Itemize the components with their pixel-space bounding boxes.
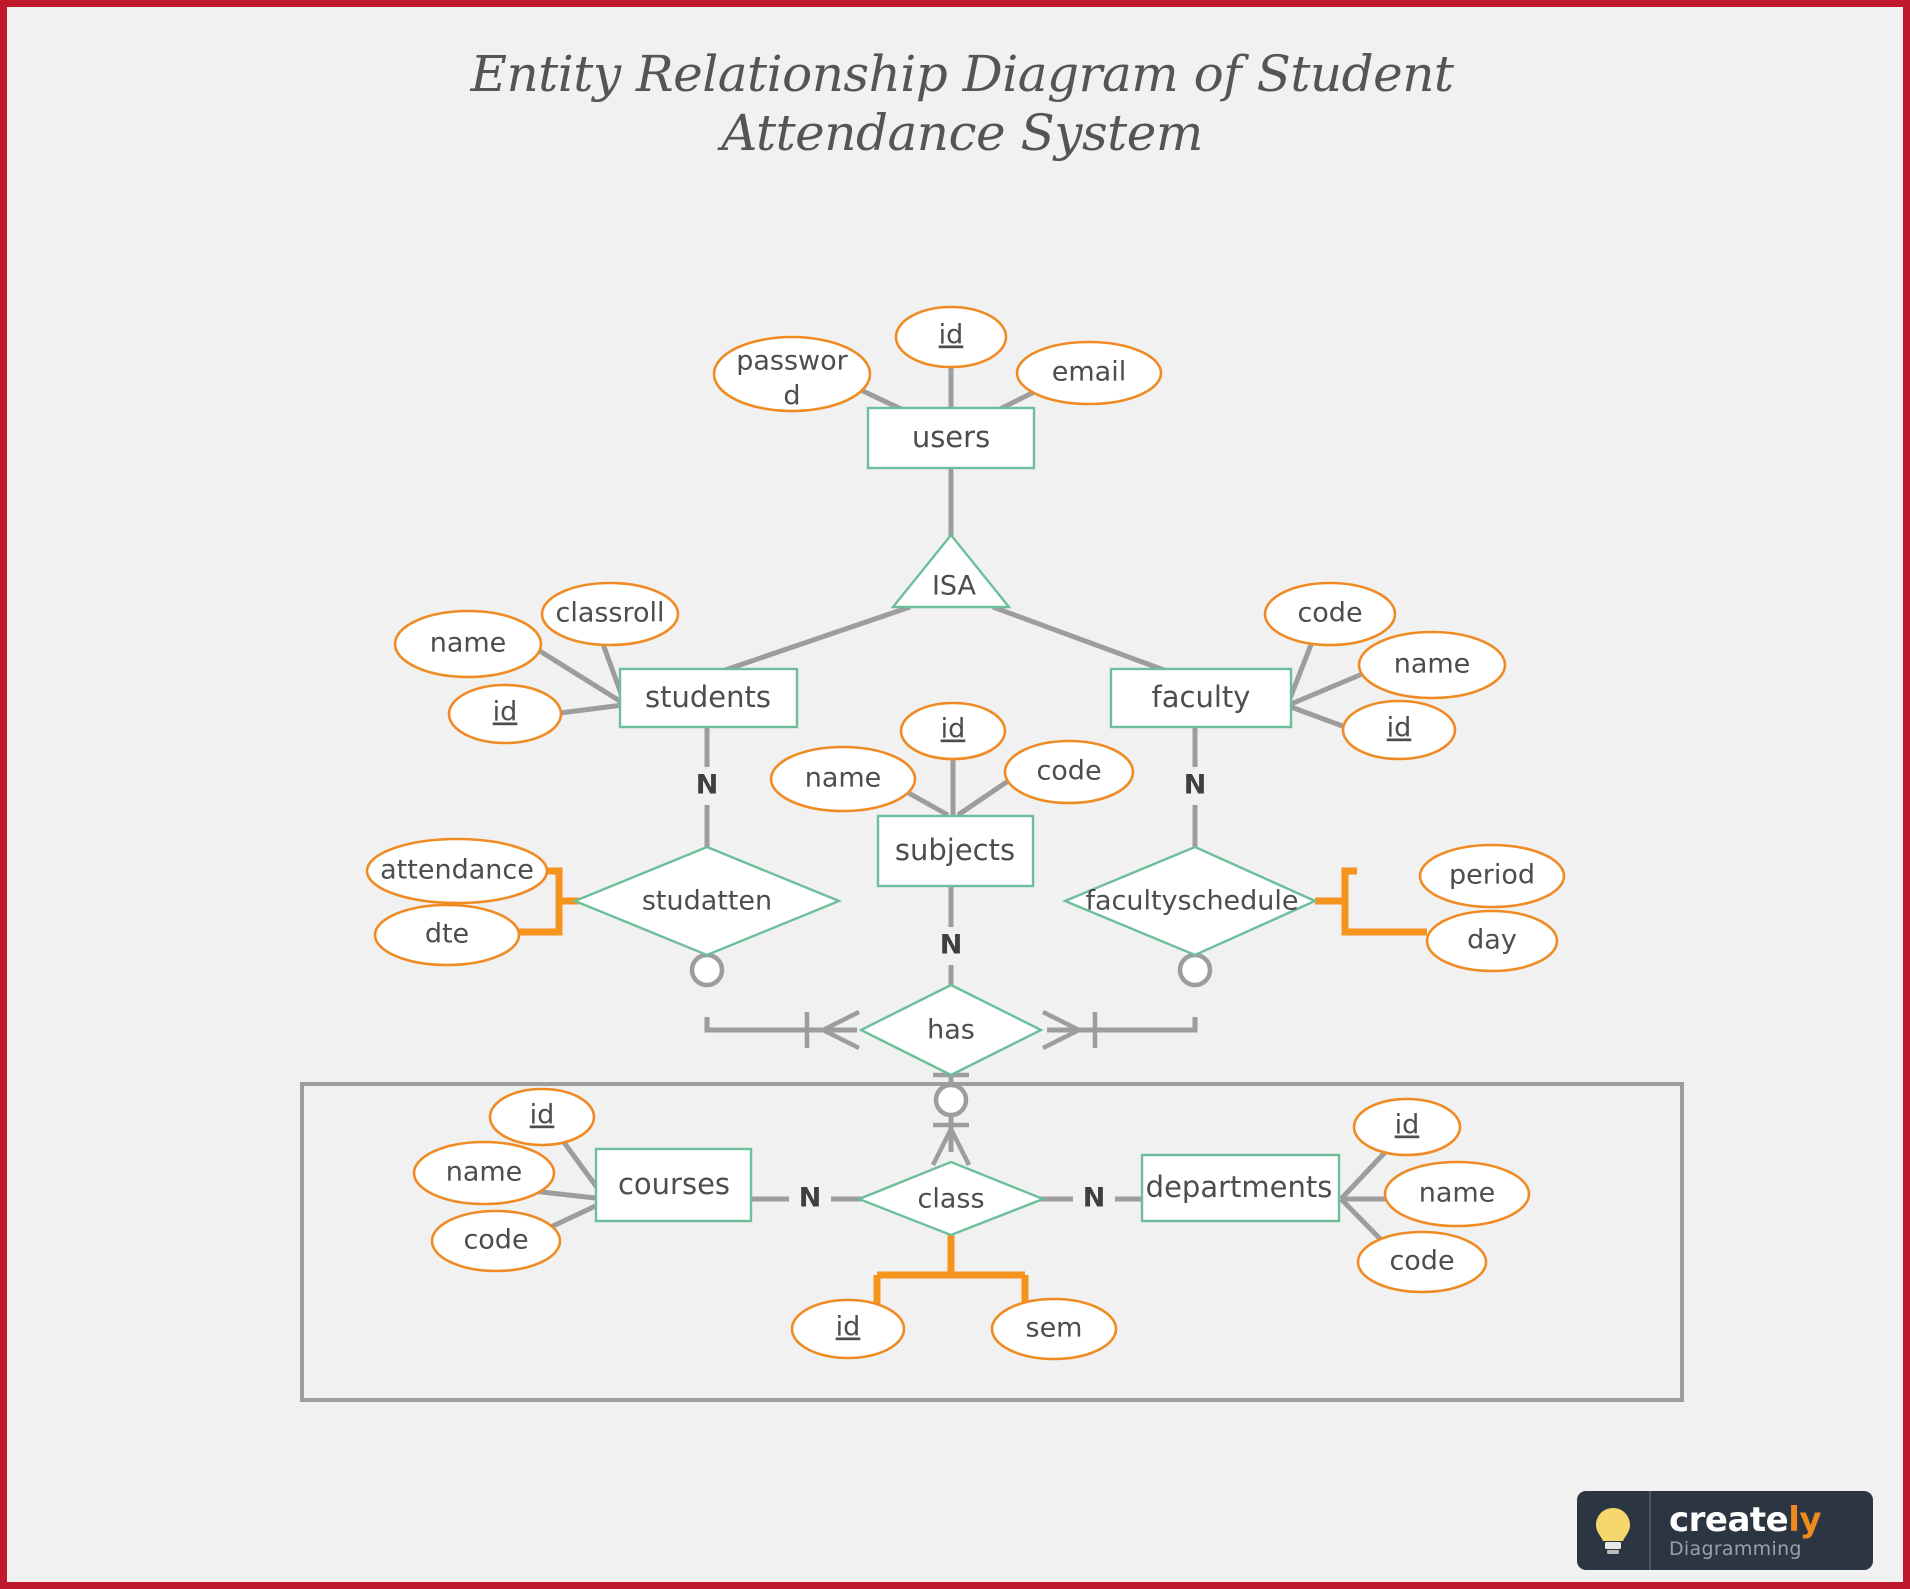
- attribute-courses-name-label: name: [446, 1157, 523, 1188]
- attribute-studatten-dte-label: dte: [425, 919, 469, 950]
- attribute-students-id[interactable]: id: [447, 683, 563, 745]
- attribute-class-sem[interactable]: sem: [990, 1297, 1118, 1361]
- entity-departments-label: departments: [1146, 1170, 1333, 1204]
- logo-brand: creately: [1669, 1503, 1873, 1537]
- relationship-facultyschedule[interactable]: facultyschedule: [1061, 845, 1318, 957]
- creately-logo[interactable]: creately Diagramming: [1577, 1491, 1873, 1570]
- attribute-students-name-label: name: [430, 628, 507, 659]
- cf-facultyschedule-circle: [1177, 952, 1213, 988]
- er-diagram: users students faculty subjects courses …: [300, 305, 1684, 1402]
- attribute-faculty-name-label: name: [1394, 649, 1471, 680]
- oconn-facultyschedule: [1315, 867, 1427, 936]
- logo-text-cell: creately Diagramming: [1651, 1503, 1873, 1559]
- attribute-faculty-name[interactable]: name: [1357, 630, 1507, 700]
- relationship-facultyschedule-label: facultyschedule: [1085, 886, 1298, 917]
- entity-students[interactable]: students: [618, 667, 799, 729]
- attribute-departments-code-label: code: [1389, 1246, 1454, 1277]
- attribute-users-id[interactable]: id: [894, 305, 1008, 369]
- entity-courses[interactable]: courses: [594, 1147, 753, 1223]
- attribute-faculty-code[interactable]: code: [1263, 581, 1397, 647]
- diagram-canvas: Entity Relationship Diagram of Student A…: [0, 0, 1910, 1589]
- attribute-facultyschedule-period[interactable]: period: [1418, 843, 1566, 909]
- attribute-faculty-id[interactable]: id: [1341, 699, 1457, 761]
- relationship-class[interactable]: class: [855, 1160, 1047, 1237]
- attribute-courses-code[interactable]: code: [430, 1209, 562, 1273]
- connector-layer: [496, 359, 1423, 1254]
- entity-faculty-label: faculty: [1152, 680, 1251, 714]
- entity-faculty[interactable]: faculty: [1109, 667, 1293, 729]
- attribute-users-email-label: email: [1052, 357, 1126, 388]
- logo-brand-suffix: ly: [1788, 1499, 1822, 1540]
- cardinality-courses-class: N: [799, 1183, 822, 1214]
- entity-courses-label: courses: [618, 1167, 730, 1201]
- attribute-students-classroll-label: classroll: [555, 598, 664, 629]
- attribute-class-id-label: id: [836, 1312, 861, 1343]
- attribute-departments-name[interactable]: name: [1383, 1160, 1531, 1228]
- cardinality-subjects-has: N: [940, 930, 963, 961]
- cf-studatten-circle: [689, 952, 725, 988]
- attribute-faculty-id-label: id: [1387, 713, 1412, 744]
- attribute-class-sem-label: sem: [1026, 1313, 1083, 1344]
- attribute-facultyschedule-period-label: period: [1449, 860, 1535, 891]
- attribute-subjects-code[interactable]: code: [1003, 739, 1135, 805]
- attribute-users-password[interactable]: passwor d: [712, 335, 872, 413]
- relationship-class-label: class: [917, 1184, 984, 1215]
- entity-subjects-label: subjects: [895, 833, 1015, 867]
- attribute-users-password-label-line2: d: [783, 381, 800, 412]
- relationship-isa[interactable]: ISA: [890, 533, 1012, 609]
- attribute-departments-name-label: name: [1419, 1178, 1496, 1209]
- entity-departments[interactable]: departments: [1140, 1153, 1341, 1223]
- attribute-departments-id[interactable]: id: [1352, 1097, 1462, 1157]
- attribute-subjects-id[interactable]: id: [899, 701, 1007, 761]
- cardinality-faculty-facultyschedule: N: [1184, 770, 1207, 801]
- attribute-studatten-attendance-label: attendance: [380, 855, 534, 886]
- link-id-students: [551, 702, 624, 717]
- lightbulb-icon: [1596, 1507, 1630, 1554]
- entity-subjects[interactable]: subjects: [876, 814, 1035, 888]
- attribute-subjects-id-label: id: [941, 714, 966, 745]
- relationship-studatten-label: studatten: [642, 886, 772, 917]
- relationship-isa-label: ISA: [932, 571, 977, 602]
- attribute-facultyschedule-day[interactable]: day: [1425, 909, 1559, 973]
- attribute-users-id-label: id: [939, 320, 964, 351]
- lightbulb-icon-cell: [1577, 1491, 1651, 1570]
- cardinality-class-departments: N: [1083, 1183, 1106, 1214]
- entity-students-label: students: [645, 680, 771, 714]
- attribute-class-id[interactable]: id: [790, 1298, 906, 1360]
- attribute-courses-id-label: id: [530, 1100, 555, 1131]
- relationship-has[interactable]: has: [858, 983, 1044, 1077]
- cf-has-bottom-circle: [933, 1082, 969, 1118]
- link-name-faculty: [1290, 669, 1368, 707]
- attribute-departments-id-label: id: [1395, 1110, 1420, 1141]
- attribute-subjects-code-label: code: [1036, 756, 1101, 787]
- attribute-studatten-attendance[interactable]: attendance: [365, 837, 549, 905]
- attribute-courses-id[interactable]: id: [488, 1087, 596, 1147]
- attribute-students-name[interactable]: name: [393, 609, 543, 679]
- relationship-has-label: has: [927, 1015, 975, 1046]
- attribute-students-classroll[interactable]: classroll: [540, 581, 680, 647]
- logo-brand-prefix: create: [1669, 1499, 1789, 1540]
- attribute-studatten-dte[interactable]: dte: [373, 903, 521, 967]
- entity-users[interactable]: users: [866, 406, 1036, 470]
- attribute-users-password-label-line1: passwor: [736, 346, 848, 377]
- attribute-courses-name[interactable]: name: [412, 1140, 556, 1206]
- logo-tagline: Diagramming: [1669, 1537, 1802, 1560]
- entity-users-label: users: [912, 420, 990, 454]
- cardinality-students-studatten: N: [696, 770, 719, 801]
- attribute-courses-code-label: code: [463, 1225, 528, 1256]
- attribute-faculty-code-label: code: [1297, 598, 1362, 629]
- relationship-studatten[interactable]: studatten: [571, 845, 843, 957]
- link-departments-id: [1339, 1145, 1392, 1201]
- attribute-students-id-label: id: [493, 697, 518, 728]
- attribute-users-email[interactable]: email: [1015, 340, 1163, 406]
- attribute-departments-code[interactable]: code: [1356, 1230, 1488, 1294]
- attribute-facultyschedule-day-label: day: [1467, 925, 1517, 956]
- attribute-subjects-name[interactable]: name: [769, 745, 917, 813]
- oconn-class: [873, 1235, 1029, 1312]
- attribute-subjects-name-label: name: [805, 763, 882, 794]
